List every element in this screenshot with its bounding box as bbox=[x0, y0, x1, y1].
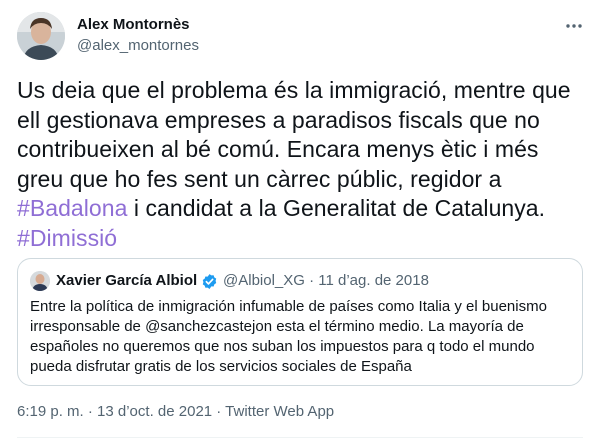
tweet-text: Us deia que el problema és la immigració… bbox=[17, 76, 577, 253]
author-name[interactable]: Alex Montornès bbox=[77, 15, 190, 35]
divider bbox=[17, 437, 583, 438]
hashtag-link-dimissio[interactable]: #Dimissió bbox=[17, 225, 117, 251]
author-handle[interactable]: @alex_montornes bbox=[77, 36, 199, 56]
verified-badge-icon bbox=[202, 274, 217, 289]
author-avatar[interactable] bbox=[17, 12, 65, 60]
quoted-author-name[interactable]: Xavier García Albiol bbox=[56, 271, 197, 291]
quoted-tweet-meta[interactable]: @Albiol_XG · 11 d’ag. de 2018 bbox=[223, 271, 429, 291]
hashtag-link-badalona[interactable]: #Badalona bbox=[17, 195, 127, 221]
tweet-card: Alex Montornès @alex_montornes Us deia q… bbox=[0, 0, 602, 443]
more-options-button[interactable] bbox=[562, 14, 586, 38]
quoted-tweet-text: Entre la política de inmigración infumab… bbox=[30, 298, 547, 375]
tweet-timestamp[interactable]: 6:19 p. m. · 13 d’oct. de 2021 · Twitter… bbox=[17, 402, 334, 422]
tweet-text-part: i candidat a la Generalitat de Catalunya… bbox=[127, 195, 546, 221]
tweet-text-part: Us deia que el problema és la immigració… bbox=[17, 77, 571, 192]
more-horizontal-icon bbox=[566, 24, 582, 28]
quoted-author-avatar[interactable] bbox=[30, 271, 50, 291]
quoted-tweet[interactable]: Xavier García Albiol @Albiol_XG · 11 d’a… bbox=[17, 258, 583, 386]
